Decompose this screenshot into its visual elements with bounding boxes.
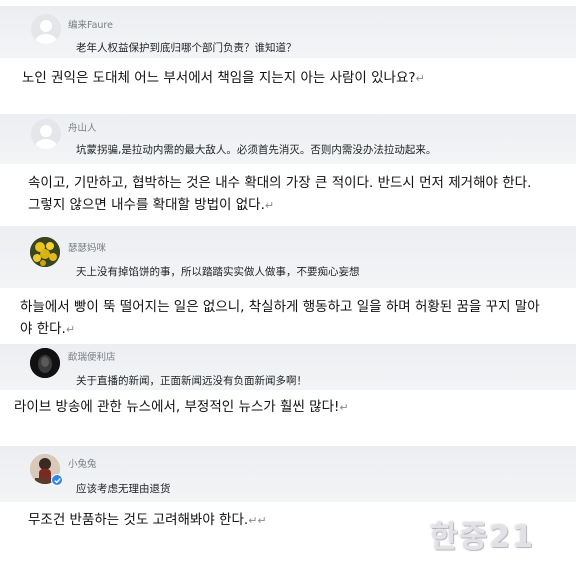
translation-box: 무조건 반품하는 것도 고려해봐야 한다.↵↵ — [18, 506, 418, 538]
comment-text: 天上没有掉馅饼的事，所以踏踏实实做人做事，不要痴心妄想 — [76, 266, 360, 278]
default-avatar-icon[interactable] — [31, 119, 61, 149]
translation-box: 라이브 방송에 관한 뉴스에서, 부정적인 뉴스가 훨씬 많다!↵ — [4, 392, 552, 426]
comment-username[interactable]: 舟山人 — [68, 120, 97, 134]
translation-text: 무조건 반품하는 것도 고려해봐야 한다. — [28, 512, 249, 528]
translation-text: 속이고, 기만하고, 협박하는 것은 내수 확대의 가장 큰 적이다. 반드시 … — [28, 175, 532, 213]
translation-text: 라이브 방송에 관한 뉴스에서, 부정적인 뉴스가 훨씬 많다! — [14, 399, 340, 415]
translation-box: 노인 권익은 도대체 어느 부서에서 책임을 지는지 아는 사람이 있나요?↵ — [12, 62, 558, 96]
comment-text: 老年人权益保护到底归哪个部门负责？谁知道？ — [76, 42, 297, 54]
dark-avatar-icon[interactable] — [30, 348, 60, 378]
translation-box: 속이고, 기만하고, 협박하는 것은 내수 확대의 가장 큰 적이다. 반드시 … — [18, 166, 558, 216]
comment-username[interactable]: 歃瑞便利店 — [68, 349, 116, 363]
translation-box: 하늘에서 빵이 뚝 떨어지는 일은 없으니, 착실하게 행동하고 일을 하며 허… — [10, 290, 556, 344]
default-avatar-icon[interactable] — [31, 14, 61, 44]
paragraph-mark-icon: ↵ — [257, 514, 267, 527]
translation-text: 노인 권익은 도대체 어느 부서에서 책임을 지는지 아는 사람이 있나요? — [22, 70, 416, 86]
paragraph-mark-icon: ↵ — [339, 401, 349, 414]
comment-text: 应该考虑无理由退货 — [76, 483, 171, 495]
watermark-logo: 한중21 — [430, 520, 535, 555]
comment-username[interactable]: 小兔兔 — [68, 456, 97, 470]
paragraph-mark-icon: ↵ — [415, 72, 425, 85]
comment-text: 坑蒙拐骗,是拉动内需的最大敌人。必须首先消灭。否则内需没办法拉动起来。 — [76, 144, 437, 156]
comment-username[interactable]: 编来Faure — [68, 17, 113, 31]
comment-username[interactable]: 瑟瑟妈咪 — [68, 240, 106, 254]
comment-text: 关于直播的新闻，正面新闻远没有负面新闻多啊！ — [76, 375, 307, 387]
paragraph-mark-icon: ↵ — [65, 323, 76, 336]
verified-badge-icon — [51, 474, 63, 486]
yellow-flowers-avatar-icon[interactable] — [30, 237, 60, 267]
translation-text: 하늘에서 빵이 뚝 떨어지는 일은 없으니, 착실하게 행동하고 일을 하며 허… — [20, 299, 540, 337]
paragraph-mark-icon: ↵ — [264, 199, 275, 212]
